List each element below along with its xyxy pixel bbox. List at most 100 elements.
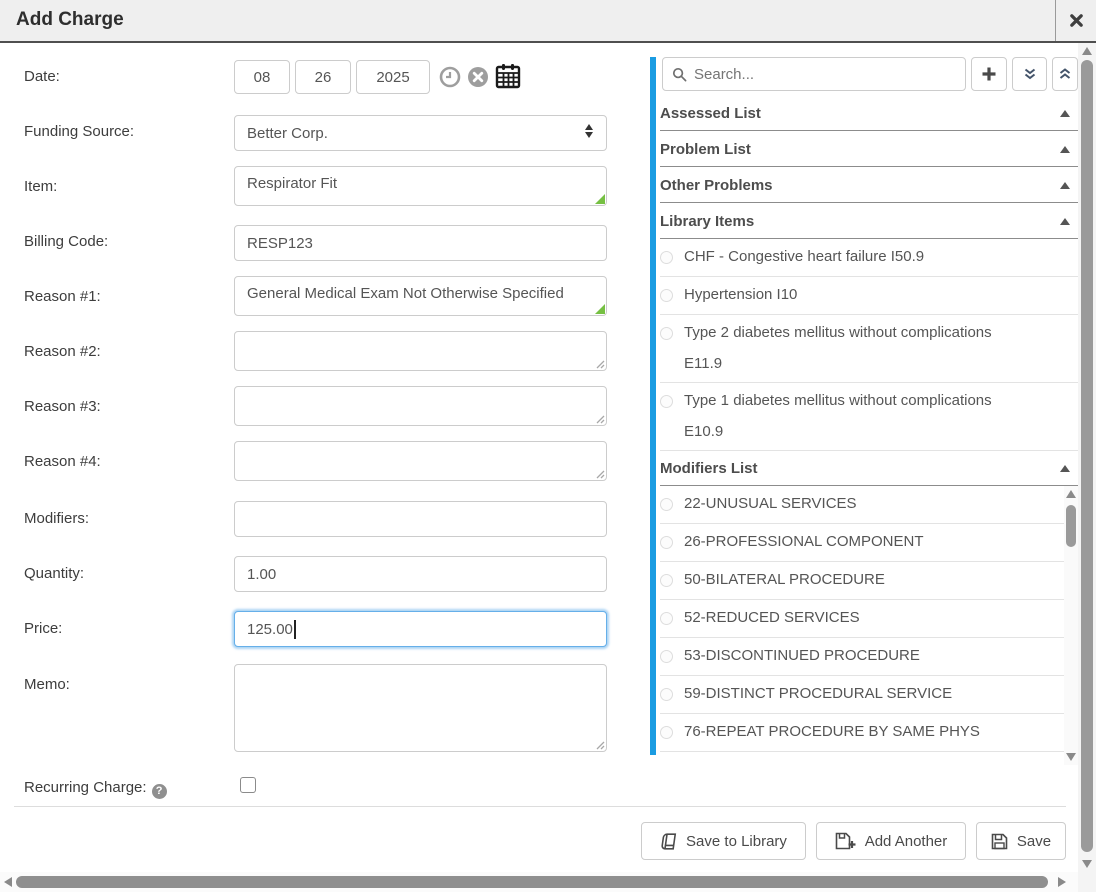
resize-handle-icon[interactable] bbox=[596, 470, 605, 479]
modifier-item[interactable]: 22-UNUSUAL SERVICES bbox=[660, 486, 1064, 524]
section-modifiers-list[interactable]: Modifiers List bbox=[660, 451, 1078, 486]
resize-handle-icon[interactable] bbox=[596, 360, 605, 369]
scrollbar-corner bbox=[1078, 872, 1096, 892]
item-text: 52-REDUCED SERVICES bbox=[684, 609, 860, 626]
scroll-left-arrow[interactable] bbox=[4, 877, 12, 887]
collapse-all-button[interactable] bbox=[1012, 57, 1047, 91]
time-icon[interactable] bbox=[439, 66, 461, 88]
scroll-up-arrow[interactable] bbox=[1066, 490, 1076, 498]
resize-handle-green-icon[interactable] bbox=[595, 194, 605, 204]
double-chevron-up-icon bbox=[1057, 66, 1073, 82]
recurring-charge-checkbox[interactable] bbox=[240, 777, 256, 793]
scroll-down-arrow[interactable] bbox=[1082, 860, 1092, 868]
scrollbar-thumb[interactable] bbox=[1066, 505, 1076, 547]
expand-all-button[interactable] bbox=[1052, 57, 1078, 91]
collapse-icon[interactable] bbox=[1060, 110, 1070, 117]
resize-handle-green-icon[interactable] bbox=[595, 304, 605, 314]
modifiers-label: Modifiers: bbox=[24, 510, 89, 527]
search-input[interactable] bbox=[694, 66, 956, 83]
modifiers-input[interactable] bbox=[234, 501, 607, 537]
modifier-item[interactable]: 50-BILATERAL PROCEDURE bbox=[660, 562, 1064, 600]
section-other-problems[interactable]: Other Problems bbox=[660, 168, 1078, 203]
section-problem-list[interactable]: Problem List bbox=[660, 132, 1078, 167]
date-year-input[interactable] bbox=[356, 60, 430, 94]
section-library-items[interactable]: Library Items bbox=[660, 204, 1078, 239]
price-input[interactable]: 125.00 bbox=[234, 611, 607, 647]
reason3-field bbox=[234, 386, 607, 426]
modifier-item[interactable]: 76-REPEAT PROCEDURE BY SAME PHYS bbox=[660, 714, 1064, 752]
collapse-icon[interactable] bbox=[1060, 146, 1070, 153]
section-title: Problem List bbox=[660, 141, 751, 158]
reason4-field bbox=[234, 441, 607, 481]
item-bullet-icon bbox=[660, 536, 673, 549]
price-value: 125.00 bbox=[247, 621, 293, 638]
memo-textarea[interactable] bbox=[234, 664, 607, 752]
collapse-icon[interactable] bbox=[1060, 218, 1070, 225]
save-to-library-button[interactable]: Save to Library bbox=[641, 822, 806, 860]
reason3-label: Reason #3: bbox=[24, 398, 101, 415]
reason2-field bbox=[234, 331, 607, 371]
calendar-icon[interactable] bbox=[495, 63, 521, 89]
modifier-item[interactable]: 59-DISTINCT PROCEDURAL SERVICE bbox=[660, 676, 1064, 714]
quantity-input[interactable] bbox=[234, 556, 607, 592]
date-label: Date: bbox=[24, 68, 60, 85]
save-button[interactable]: Save bbox=[976, 822, 1066, 860]
reason1-field: General Medical Exam Not Otherwise Speci… bbox=[234, 276, 607, 316]
modifier-item[interactable]: 26-PROFESSIONAL COMPONENT bbox=[660, 524, 1064, 562]
library-item[interactable]: Hypertension I10 bbox=[660, 277, 1078, 315]
scrollbar-thumb[interactable] bbox=[16, 876, 1048, 888]
library-item[interactable]: Type 1 diabetes mellitus without complic… bbox=[660, 383, 1078, 451]
item-textarea[interactable]: Respirator Fit bbox=[234, 166, 607, 206]
item-bullet-icon bbox=[660, 726, 673, 739]
resize-handle-icon[interactable] bbox=[596, 741, 605, 750]
vertical-scrollbar[interactable] bbox=[1078, 43, 1096, 872]
scroll-up-arrow[interactable] bbox=[1082, 47, 1092, 55]
memo-label: Memo: bbox=[24, 676, 70, 693]
add-item-button[interactable] bbox=[971, 57, 1007, 91]
scroll-down-arrow[interactable] bbox=[1066, 753, 1076, 761]
item-bullet-icon bbox=[660, 612, 673, 625]
item-text: 76-REPEAT PROCEDURE BY SAME PHYS bbox=[684, 723, 980, 740]
search-box bbox=[662, 57, 966, 91]
horizontal-scrollbar[interactable] bbox=[0, 872, 1078, 892]
library-item[interactable]: Type 2 diabetes mellitus without complic… bbox=[660, 315, 1078, 383]
quantity-label: Quantity: bbox=[24, 565, 84, 582]
reason3-textarea[interactable] bbox=[234, 386, 607, 426]
modifiers-scrollbar[interactable] bbox=[1064, 486, 1078, 765]
save-icon bbox=[991, 833, 1008, 850]
help-icon[interactable]: ? bbox=[152, 784, 167, 799]
section-assessed-list[interactable]: Assessed List bbox=[660, 96, 1078, 131]
billing-code-input[interactable] bbox=[234, 225, 607, 261]
recurring-charge-label-text: Recurring Charge: bbox=[24, 779, 147, 796]
modifier-item[interactable]: 53-DISCONTINUED PROCEDURE bbox=[660, 638, 1064, 676]
item-bullet-icon bbox=[660, 289, 673, 302]
date-month-input[interactable] bbox=[234, 60, 290, 94]
collapse-icon[interactable] bbox=[1060, 182, 1070, 189]
item-bullet-icon bbox=[660, 395, 673, 408]
memo-field bbox=[234, 664, 607, 752]
reason2-textarea[interactable] bbox=[234, 331, 607, 371]
add-another-button[interactable]: Add Another bbox=[816, 822, 966, 860]
item-bullet-icon bbox=[660, 327, 673, 340]
modal-header: Add Charge bbox=[0, 0, 1096, 43]
funding-source-value: Better Corp. bbox=[247, 125, 328, 142]
clear-date-icon[interactable] bbox=[467, 66, 489, 88]
reason4-textarea[interactable] bbox=[234, 441, 607, 481]
funding-source-select[interactable]: Better Corp. bbox=[234, 115, 607, 151]
modifier-item[interactable]: 52-REDUCED SERVICES bbox=[660, 600, 1064, 638]
recurring-charge-label: Recurring Charge:? bbox=[24, 779, 167, 799]
resize-handle-icon[interactable] bbox=[596, 415, 605, 424]
collapse-icon[interactable] bbox=[1060, 465, 1070, 472]
reason1-textarea[interactable]: General Medical Exam Not Otherwise Speci… bbox=[234, 276, 607, 316]
item-bullet-icon bbox=[660, 498, 673, 511]
library-item[interactable]: CHF - Congestive heart failure I50.9 bbox=[660, 239, 1078, 277]
item-text: Type 1 diabetes mellitus without complic… bbox=[684, 392, 992, 409]
scroll-right-arrow[interactable] bbox=[1058, 877, 1066, 887]
item-text: 53-DISCONTINUED PROCEDURE bbox=[684, 647, 920, 664]
double-chevron-down-icon bbox=[1022, 66, 1038, 82]
scrollbar-thumb[interactable] bbox=[1081, 60, 1093, 852]
close-button[interactable] bbox=[1055, 0, 1096, 41]
date-day-input[interactable] bbox=[295, 60, 351, 94]
item-field: Respirator Fit bbox=[234, 166, 607, 206]
reason1-label: Reason #1: bbox=[24, 288, 101, 305]
